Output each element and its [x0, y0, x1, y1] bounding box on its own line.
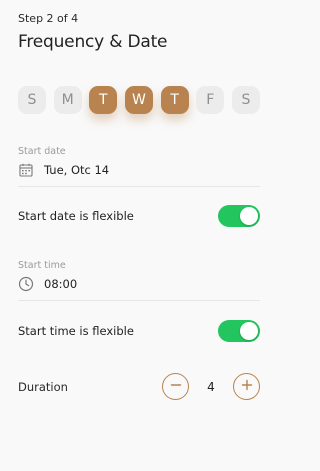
duration-stepper: 4: [162, 373, 260, 400]
toggle-knob: [240, 322, 258, 340]
weekday-selector: S M T W T F S: [18, 86, 260, 114]
divider: [18, 300, 260, 301]
day-monday[interactable]: M: [53, 86, 82, 114]
page-title: Frequency & Date: [18, 32, 168, 52]
decrement-button[interactable]: [162, 373, 189, 400]
start-time-flexible-toggle[interactable]: [218, 320, 260, 342]
start-date-flexible-toggle[interactable]: [218, 205, 260, 227]
start-date-flexible-label: Start date is flexible: [18, 209, 134, 223]
step-indicator: Step 2 of 4: [18, 12, 79, 25]
calendar-icon: [18, 162, 34, 178]
start-date-flexible-row: Start date is flexible: [18, 205, 260, 227]
clock-icon: [18, 276, 34, 292]
day-saturday[interactable]: S: [231, 86, 260, 114]
start-date-value: Tue, Otc 14: [44, 163, 110, 177]
day-thursday[interactable]: T: [160, 86, 189, 114]
plus-icon: [241, 379, 253, 394]
start-date-label: Start date: [18, 146, 66, 157]
day-tuesday[interactable]: T: [89, 86, 118, 114]
duration-row: Duration 4: [18, 373, 260, 400]
start-time-value: 08:00: [44, 277, 78, 291]
start-time-flexible-row: Start time is flexible: [18, 320, 260, 342]
start-time-flexible-label: Start time is flexible: [18, 324, 134, 338]
day-sunday[interactable]: S: [18, 86, 46, 114]
start-time-label: Start time: [18, 260, 66, 271]
start-date-field[interactable]: Tue, Otc 14: [18, 162, 109, 178]
start-time-field[interactable]: 08:00: [18, 276, 77, 292]
day-wednesday[interactable]: W: [124, 86, 153, 114]
day-friday[interactable]: F: [196, 86, 225, 114]
duration-label: Duration: [18, 379, 68, 394]
toggle-knob: [240, 207, 258, 225]
divider: [18, 186, 260, 187]
minus-icon: [170, 379, 182, 394]
duration-value: 4: [207, 379, 215, 394]
increment-button[interactable]: [233, 373, 260, 400]
